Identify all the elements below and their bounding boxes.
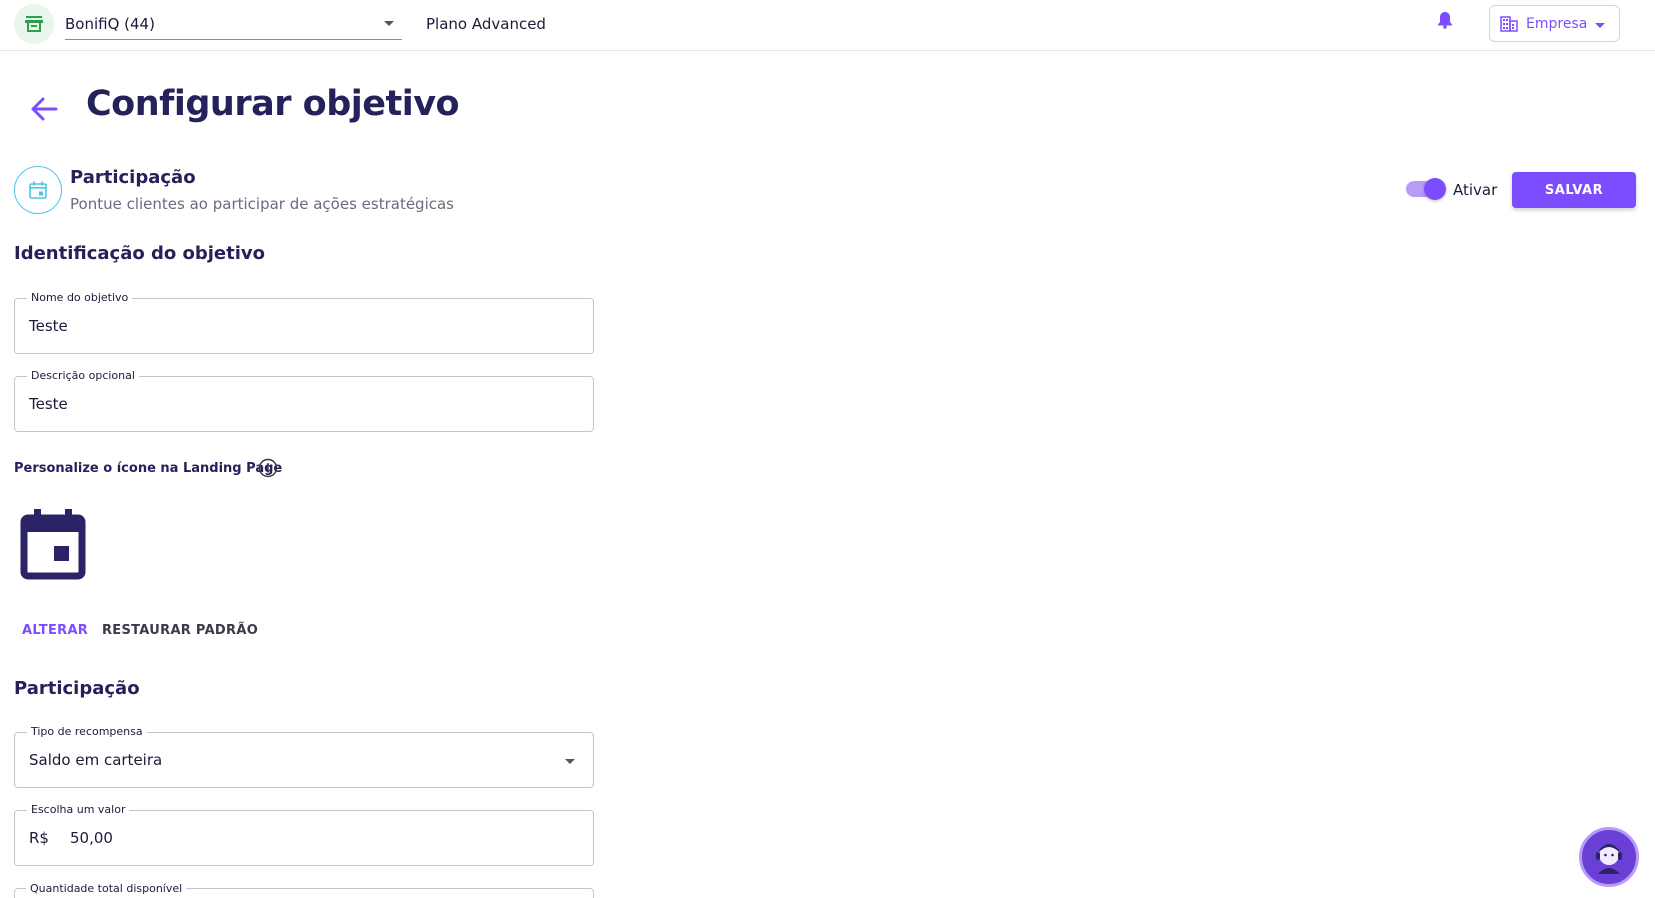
plan-label: Plano Advanced bbox=[426, 15, 546, 33]
objective-title: Participação bbox=[70, 167, 196, 188]
top-bar: BonifiQ (44) Plano Advanced Empresa bbox=[0, 0, 1655, 51]
objective-subtitle: Pontue clientes ao participar de ações e… bbox=[70, 195, 455, 213]
description-label: Descrição opcional bbox=[27, 369, 139, 382]
store-name: BonifiQ (44) bbox=[65, 14, 155, 33]
save-button[interactable]: SALVAR bbox=[1512, 172, 1636, 208]
store-select[interactable]: BonifiQ (44) bbox=[65, 8, 402, 40]
value-field[interactable]: Escolha um valor R$ 50,00 bbox=[14, 803, 594, 866]
chevron-down-icon bbox=[565, 759, 575, 764]
page-title: Configurar objetivo bbox=[86, 84, 460, 124]
quantity-label: Quantidade total disponível bbox=[26, 882, 187, 895]
currency-prefix: R$ bbox=[29, 829, 49, 847]
objective-name-value: Teste bbox=[29, 317, 68, 335]
back-button[interactable] bbox=[30, 96, 58, 126]
restore-default-button[interactable]: RESTAURAR PADRÃO bbox=[102, 623, 258, 638]
store-avatar[interactable] bbox=[14, 4, 54, 44]
description-value: Teste bbox=[29, 395, 68, 413]
participation-section-title: Participação bbox=[14, 678, 140, 699]
value-amount: 50,00 bbox=[70, 829, 113, 847]
chevron-down-icon bbox=[1595, 23, 1605, 28]
objective-icon bbox=[14, 166, 62, 214]
reward-type-label: Tipo de recompensa bbox=[27, 725, 147, 738]
description-field[interactable]: Descrição opcional Teste bbox=[14, 369, 594, 432]
reward-type-value: Saldo em carteira bbox=[29, 751, 163, 769]
support-chat-button[interactable] bbox=[1579, 827, 1639, 887]
company-label: Empresa bbox=[1526, 15, 1588, 32]
info-icon[interactable] bbox=[258, 458, 278, 482]
arrow-left-icon bbox=[31, 97, 58, 121]
identification-section-title: Identificação do objetivo bbox=[14, 243, 266, 264]
calendar-icon bbox=[29, 181, 47, 199]
activate-label: Ativar bbox=[1453, 181, 1498, 199]
value-label: Escolha um valor bbox=[27, 803, 130, 816]
objective-name-label: Nome do objetivo bbox=[27, 291, 133, 304]
store-icon bbox=[25, 16, 43, 32]
company-button[interactable]: Empresa bbox=[1489, 5, 1620, 42]
objective-name-field[interactable]: Nome do objetivo Teste bbox=[14, 291, 594, 354]
reward-type-select[interactable]: Tipo de recompensa Saldo em carteira bbox=[14, 725, 594, 788]
landing-calendar-icon bbox=[20, 508, 88, 584]
building-icon bbox=[1500, 15, 1518, 32]
icon-customize-label: Personalize o ícone na Landing Page bbox=[14, 461, 283, 476]
bell-icon[interactable] bbox=[1437, 11, 1453, 33]
support-agent-icon bbox=[1596, 844, 1622, 874]
chevron-down-icon bbox=[384, 21, 394, 26]
change-icon-button[interactable]: ALTERAR bbox=[22, 623, 88, 638]
toggle-knob bbox=[1424, 178, 1446, 200]
activate-toggle[interactable] bbox=[1406, 178, 1446, 200]
